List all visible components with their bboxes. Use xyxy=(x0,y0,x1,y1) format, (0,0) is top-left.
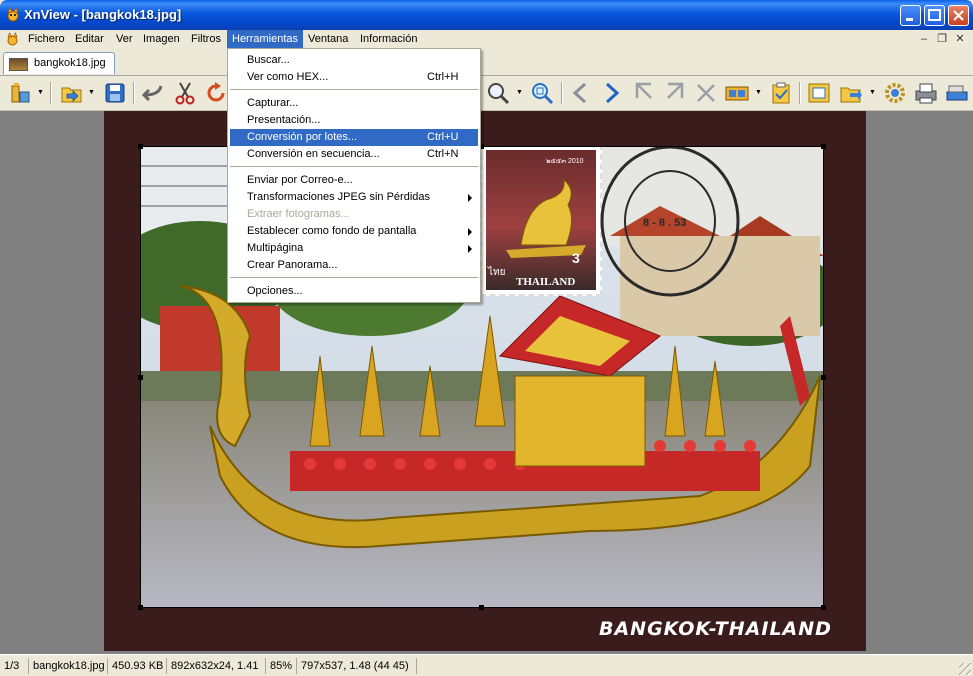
menu-item-capturar[interactable]: Capturar... xyxy=(230,95,478,112)
settings-icon[interactable] xyxy=(882,80,908,106)
save-icon[interactable] xyxy=(102,80,128,106)
toolbar-separator xyxy=(799,82,801,104)
menu-bar: Fichero Editar Ver Imagen Filtros Herram… xyxy=(0,30,973,49)
status-cursor: 797x537, 1.48 (44 45) xyxy=(296,658,416,674)
cut-icon[interactable] xyxy=(172,80,198,106)
xnview-logo-icon xyxy=(7,7,19,22)
status-filename: bangkok18.jpg xyxy=(28,658,107,674)
status-filesize: 450.93 KB xyxy=(107,658,166,674)
menu-informacion[interactable]: Información xyxy=(355,30,422,49)
status-empty xyxy=(416,658,956,674)
toolbar-separator xyxy=(561,82,563,104)
first-icon[interactable] xyxy=(631,80,657,106)
menu-item-conversion-en-secuencia[interactable]: Conversión en secuencia... Ctrl+N xyxy=(230,146,478,163)
image-viewer[interactable]: ๒๕๕๓ 2010 3 ไทย THAILAND 8 - 8 . 53 BANG… xyxy=(0,111,973,654)
close-button[interactable] xyxy=(948,5,969,26)
menu-imagen[interactable]: Imagen xyxy=(138,30,185,49)
clipboard-icon[interactable] xyxy=(768,80,794,106)
minimize-icon xyxy=(906,18,913,21)
print-icon[interactable] xyxy=(913,80,939,106)
submenu-arrow-icon xyxy=(468,194,472,202)
submenu-arrow-icon xyxy=(468,245,472,253)
menu-item-presentacion[interactable]: Presentación... xyxy=(230,112,478,129)
window-title: XnView - [bangkok18.jpg] xyxy=(24,7,182,22)
selection-handle[interactable] xyxy=(479,605,484,610)
status-dimensions: 892x632x24, 1.41 xyxy=(166,658,265,674)
toolbar-separator xyxy=(50,82,52,104)
menu-editar[interactable]: Editar xyxy=(70,30,109,49)
menu-ventana[interactable]: Ventana xyxy=(303,30,353,49)
tab-label: bangkok18.jpg xyxy=(34,57,106,69)
submenu-arrow-icon xyxy=(468,228,472,236)
menu-item-multipagina[interactable]: Multipágina xyxy=(230,240,478,257)
maximize-button[interactable] xyxy=(924,5,945,26)
browser-dropdown-icon[interactable]: ▼ xyxy=(37,89,44,96)
filmstrip-icon[interactable] xyxy=(724,80,750,106)
child-close-icon[interactable]: ✕ xyxy=(953,33,967,46)
status-bar: 1/3 bangkok18.jpg 450.93 KB 892x632x24, … xyxy=(0,654,973,676)
zoom-fit-icon[interactable] xyxy=(529,80,555,106)
title-bar[interactable]: XnView - [bangkok18.jpg] xyxy=(0,0,973,30)
last-icon[interactable] xyxy=(662,80,688,106)
resize-grip-icon[interactable] xyxy=(959,663,971,675)
zoom-icon[interactable] xyxy=(485,80,511,106)
status-zoom: 85% xyxy=(265,658,296,674)
menu-fichero[interactable]: Fichero xyxy=(23,30,70,49)
previous-icon[interactable] xyxy=(568,80,594,106)
next-icon[interactable] xyxy=(599,80,625,106)
document-icon[interactable] xyxy=(5,32,20,47)
menu-item-fondo-de-pantalla[interactable]: Establecer como fondo de pantalla xyxy=(230,223,478,240)
fullscreen-icon[interactable] xyxy=(806,80,832,106)
browser-icon[interactable] xyxy=(8,80,34,106)
tab-row: bangkok18.jpg xyxy=(0,49,973,76)
status-index: 1/3 xyxy=(4,660,20,672)
menu-separator xyxy=(230,89,478,90)
menu-item-ver-como-hex[interactable]: Ver como HEX... Ctrl+H xyxy=(230,69,478,86)
scanner-icon[interactable] xyxy=(944,80,970,106)
menu-herramientas[interactable]: Herramientas xyxy=(227,30,304,49)
open-folder-icon[interactable] xyxy=(838,80,864,106)
image-thumbnail-icon xyxy=(9,58,28,71)
selection-handle[interactable] xyxy=(138,144,143,149)
selection-handle[interactable] xyxy=(821,144,826,149)
menu-ver[interactable]: Ver xyxy=(111,30,138,49)
toolbar: ▼ ▼ ▼ ▼ ▼ xyxy=(0,76,973,111)
menu-item-crear-panorama[interactable]: Crear Panorama... xyxy=(230,257,478,274)
toolbar-separator xyxy=(133,82,135,104)
menu-item-enviar-por-correo[interactable]: Enviar por Correo-e... xyxy=(230,172,478,189)
child-minimize-icon[interactable]: – xyxy=(917,33,931,46)
menu-separator xyxy=(230,277,478,278)
menu-separator xyxy=(230,166,478,167)
postcard-caption: BANGKOK-THAILAND xyxy=(599,618,832,640)
child-restore-icon[interactable]: ❐ xyxy=(935,33,949,46)
open-dropdown-icon[interactable]: ▼ xyxy=(88,89,95,96)
shuffle-icon[interactable] xyxy=(693,80,719,106)
menu-item-transformaciones-jpeg[interactable]: Transformaciones JPEG sin Pérdidas xyxy=(230,189,478,206)
open-icon[interactable] xyxy=(59,80,85,106)
open-folder-dropdown-icon[interactable]: ▼ xyxy=(869,89,876,96)
close-icon xyxy=(953,10,964,21)
selection-handle[interactable] xyxy=(138,375,143,380)
main-window: XnView - [bangkok18.jpg] Fichero Editar … xyxy=(0,0,973,676)
zoom-dropdown-icon[interactable]: ▼ xyxy=(516,89,523,96)
rotate-icon[interactable] xyxy=(203,80,229,106)
selection-handle[interactable] xyxy=(821,605,826,610)
menu-item-buscar[interactable]: Buscar... xyxy=(230,52,478,69)
undo-icon[interactable] xyxy=(141,80,167,106)
minimize-button[interactable] xyxy=(900,5,921,26)
tab-bangkok18[interactable]: bangkok18.jpg xyxy=(3,52,115,74)
menu-item-extraer-fotogramas: Extraer fotogramas... xyxy=(247,208,350,220)
menu-item-opciones[interactable]: Opciones... xyxy=(230,283,478,300)
herramientas-menu: Buscar... Ver como HEX... Ctrl+H Capturar… xyxy=(227,48,481,303)
filmstrip-dropdown-icon[interactable]: ▼ xyxy=(755,89,762,96)
selection-handle[interactable] xyxy=(138,605,143,610)
maximize-icon xyxy=(928,9,941,21)
menu-filtros[interactable]: Filtros xyxy=(186,30,226,49)
selection-handle[interactable] xyxy=(821,375,826,380)
menu-item-conversion-por-lotes[interactable]: Conversión por lotes... Ctrl+U xyxy=(230,129,478,146)
